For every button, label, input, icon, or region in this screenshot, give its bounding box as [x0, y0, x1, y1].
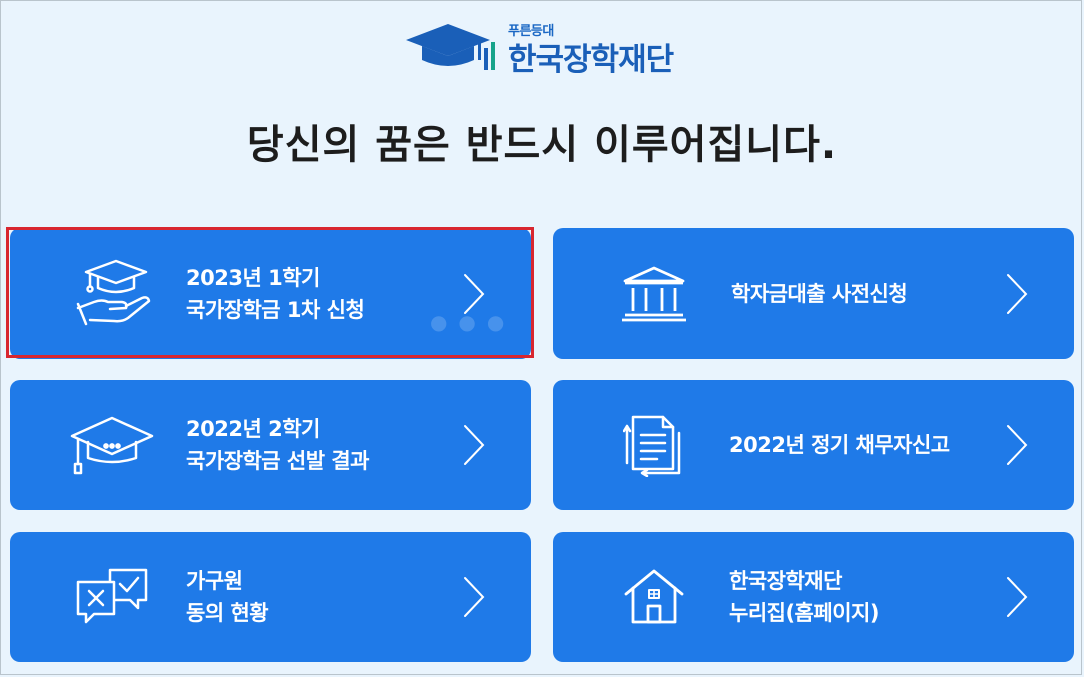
card-label: 2022년 정기 채무자신고 [729, 429, 950, 461]
chevron-right-icon [464, 425, 485, 465]
card-label-line1: 2022년 2학기 [186, 417, 320, 441]
graduation-cap-hand-icon [76, 259, 151, 325]
card-label-line1: 2022년 정기 채무자신고 [729, 433, 950, 457]
card-label: 학자금대출 사전신청 [731, 278, 908, 310]
kosaf-logo[interactable]: 푸른등대 한국장학재단 [404, 18, 694, 78]
graduation-cap-icon [70, 416, 154, 475]
card-loan-preapply[interactable]: 학자금대출 사전신청 [553, 228, 1074, 359]
card-label: 가구원 동의 현황 [186, 565, 269, 629]
card-label-line2: 국가장학금 선발 결과 [186, 449, 370, 473]
chevron-right-icon [1007, 577, 1028, 617]
consent-chat-icon [76, 568, 148, 624]
card-label-line2: 국가장학금 1차 신청 [186, 297, 365, 322]
card-label-line2: 누리집(홈페이지) [729, 601, 879, 625]
graduation-cap-logo-icon [406, 24, 495, 70]
card-label-line2: 동의 현황 [186, 601, 269, 625]
page-headline: 당신의 꿈은 반드시 이루어집니다. [246, 122, 838, 168]
bank-building-icon [622, 266, 686, 321]
chevron-right-icon [464, 273, 485, 314]
card-label: 2023년 1학기 국가장학금 1차 신청 [186, 262, 365, 326]
card-label-line1: 가구원 [186, 569, 243, 593]
card-scholarship-result[interactable]: 2022년 2학기 국가장학금 선발 결과 [10, 380, 531, 510]
chevron-right-icon [464, 577, 485, 617]
card-label-line1: 한국장학재단 [729, 569, 842, 593]
chevron-right-icon [1007, 425, 1028, 465]
card-label: 한국장학재단 누리집(홈페이지) [729, 565, 879, 629]
card-household-consent[interactable]: 가구원 동의 현황 [10, 532, 531, 662]
card-homepage[interactable]: 한국장학재단 누리집(홈페이지) [553, 532, 1074, 662]
card-debtor-report[interactable]: 2022년 정기 채무자신고 [553, 380, 1074, 510]
watermark: ● ● ● [430, 310, 507, 334]
logo-title: 한국장학재단 [508, 42, 674, 78]
card-label: 2022년 2학기 국가장학금 선발 결과 [186, 413, 370, 477]
home-icon [624, 569, 684, 624]
card-label-line1: 2023년 1학기 [186, 265, 320, 290]
document-refresh-icon [623, 415, 681, 477]
chevron-right-icon [1007, 273, 1028, 314]
card-label-line1: 학자금대출 사전신청 [731, 281, 908, 306]
card-scholarship-apply[interactable]: 2023년 1학기 국가장학금 1차 신청 ● ● ● [10, 228, 531, 359]
